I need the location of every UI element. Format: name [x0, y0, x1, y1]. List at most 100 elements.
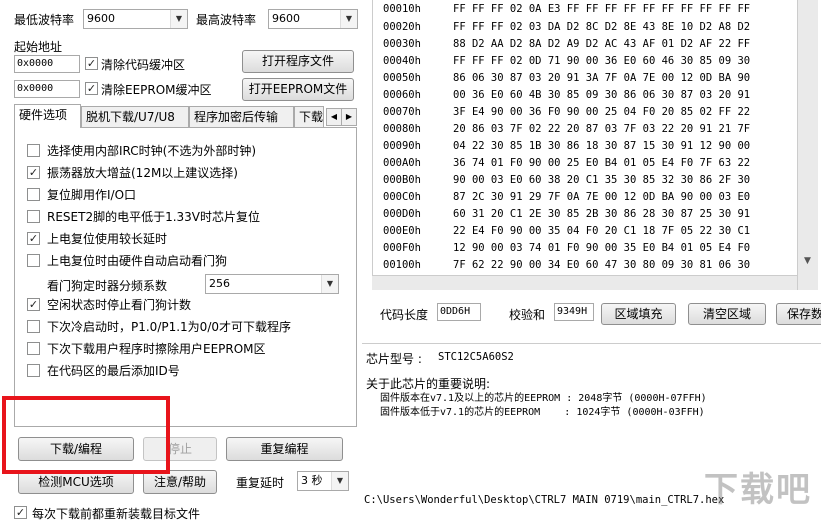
checksum-value: 9349H [554, 303, 594, 321]
save-data-button[interactable]: 保存数 [776, 303, 821, 325]
max-baud-label: 最高波特率 [196, 13, 257, 27]
hex-address: 00010h [383, 3, 421, 15]
hex-address: 00050h [383, 72, 421, 84]
checkbox[interactable] [27, 188, 40, 201]
chip-model-value: STC12C5A60S2 [438, 351, 514, 363]
min-baud-label: 最低波特率 [14, 13, 75, 27]
hex-bytes: FF FF FF 02 03 DA D2 8C D2 8E 43 8E 10 D… [453, 21, 751, 33]
chip-note-line1: 固件版本在v7.1及以上的芯片的EEPROM : 2048字节 (0000H-0… [380, 393, 707, 404]
chevron-down-icon: ▼ [321, 275, 338, 293]
repeat-delay-label: 重复延时 [236, 476, 285, 490]
open-eeprom-file-button[interactable]: 打开EEPROM文件 [242, 78, 354, 101]
hex-address: 000F0h [383, 242, 421, 254]
code-length-label: 代码长度 [380, 308, 429, 322]
hex-bytes: 04 22 30 85 1B 30 86 18 30 87 15 30 91 1… [453, 140, 751, 152]
reload-before-download-checkbox[interactable]: ✓ [14, 506, 27, 519]
chip-note-line2: 固件版本低于v7.1的芯片的EEPROM : 1024字节 (0000H-03F… [380, 407, 705, 418]
hex-address: 00060h [383, 89, 421, 101]
repeat-delay-select[interactable]: 3 秒 ▼ [297, 471, 349, 491]
checkbox[interactable]: ✓ [27, 298, 40, 311]
hex-address: 00080h [383, 123, 421, 135]
hex-bytes: FF FF FF 02 0D 71 90 00 36 E0 60 46 30 8… [453, 55, 751, 67]
tab-download-more[interactable]: 下载 [294, 106, 324, 128]
download-highlight-box [2, 396, 170, 474]
checkbox[interactable] [27, 364, 40, 377]
hex-bytes: 20 86 03 7F 02 22 20 87 03 7F 03 22 20 9… [453, 123, 751, 135]
code-address-input[interactable]: 0x0000 [14, 55, 80, 73]
hex-bytes: 88 D2 AA D2 8A D2 A9 D2 AC 43 AF 01 D2 A… [453, 38, 751, 50]
hex-horizontal-scrollbar[interactable] [372, 275, 797, 290]
hex-bytes: 36 74 01 F0 90 00 25 E0 B4 01 05 E4 F0 7… [453, 157, 751, 169]
tab-scroll-right-icon[interactable]: ▶ [341, 108, 357, 126]
chevron-down-icon: ▼ [170, 10, 187, 28]
chip-model-label: 芯片型号 : [366, 352, 422, 366]
hex-address: 000D0h [383, 208, 421, 220]
option-label: 上电复位时由硬件自动启动看门狗 [47, 254, 228, 268]
option-label: 振荡器放大增益(12M以上建议选择) [47, 166, 238, 180]
option-label: 在代码区的最后添加ID号 [47, 364, 180, 378]
hex-address: 00090h [383, 140, 421, 152]
max-baud-value: 9600 [272, 12, 300, 25]
min-baud-value: 9600 [87, 12, 115, 25]
scroll-down-arrow-icon[interactable]: ▼ [801, 256, 814, 270]
hex-bytes: 90 00 03 E0 60 38 20 C1 35 30 85 32 30 8… [453, 174, 751, 186]
hex-bytes: 86 06 30 87 03 20 91 3A 7F 0A 7E 00 12 0… [453, 72, 751, 84]
min-baud-select[interactable]: 9600 ▼ [83, 9, 188, 29]
max-baud-select[interactable]: 9600 ▼ [268, 9, 358, 29]
hex-address: 000A0h [383, 157, 421, 169]
hex-bytes: 3F E4 90 00 36 F0 90 00 25 04 F0 20 85 0… [453, 106, 751, 118]
hex-bytes: 22 E4 F0 90 00 35 04 F0 20 C1 18 7F 05 2… [453, 225, 751, 237]
checkbox[interactable] [27, 144, 40, 157]
hex-address: 000C0h [383, 191, 421, 203]
hex-vertical-scrollbar[interactable]: ▼ [797, 0, 818, 290]
option-label: 上电复位使用较长延时 [47, 232, 168, 246]
hex-buffer-view[interactable]: 00010h FF FF FF 02 0A E3 FF FF FF FF FF F… [372, 0, 821, 290]
eeprom-address-input[interactable]: 0x0000 [14, 80, 80, 98]
checkbox[interactable]: ✓ [27, 166, 40, 179]
tab-encrypted-transfer[interactable]: 程序加密后传输 [189, 106, 294, 128]
hex-bytes: FF FF FF 02 0A E3 FF FF FF FF FF FF FF F… [453, 3, 751, 15]
option-label: 下次下载用户程序时擦除用户EEPROM区 [47, 342, 266, 356]
hex-address: 00020h [383, 21, 421, 33]
checkbox[interactable] [27, 254, 40, 267]
start-address-label: 起始地址 [14, 40, 63, 54]
clear-eeprom-checkbox[interactable]: ✓ [85, 82, 98, 95]
tab-offline-download[interactable]: 脱机下载/U7/U8 [81, 106, 189, 128]
checkbox[interactable] [27, 210, 40, 223]
code-length-value: 0DD6H [437, 303, 481, 321]
repeat-delay-value: 3 秒 [301, 474, 323, 487]
clear-code-label: 清除代码缓冲区 [101, 58, 186, 72]
reload-before-download-label: 每次下载前都重新装载目标文件 [32, 507, 201, 521]
file-path: C:\Users\Wonderful\Desktop\CTRL7 MAIN 07… [364, 494, 725, 506]
watchdog-prescaler-select[interactable]: 256 ▼ [205, 274, 339, 294]
tab-scroll-left-icon[interactable]: ◀ [326, 108, 342, 126]
clear-code-checkbox[interactable]: ✓ [85, 57, 98, 70]
hex-bytes: 12 90 00 03 74 01 F0 90 00 35 E0 B4 01 0… [453, 242, 751, 254]
checkbox[interactable] [27, 342, 40, 355]
fill-area-button[interactable]: 区域填充 [601, 303, 676, 325]
option-label: RESET2脚的电平低于1.33V时芯片复位 [47, 210, 261, 224]
hex-bytes: 7F 62 22 90 00 34 E0 60 47 30 80 09 30 8… [453, 259, 751, 271]
hex-bytes: 60 31 20 C1 2E 30 85 2B 30 86 28 30 87 2… [453, 208, 751, 220]
chip-info-panel: 芯片型号 : STC12C5A60S2 关于此芯片的重要说明: 固件版本在v7.… [362, 343, 821, 476]
option-label: 选择使用内部IRC时钟(不选为外部时钟) [47, 144, 257, 158]
checkbox[interactable] [27, 320, 40, 333]
hex-address: 00070h [383, 106, 421, 118]
tab-hardware-options[interactable]: 硬件选项 [14, 104, 81, 128]
hex-address: 000E0h [383, 225, 421, 237]
option-label: 空闲状态时停止看门狗计数 [47, 298, 192, 312]
watchdog-prescaler-label: 看门狗定时器分频系数 [47, 279, 168, 293]
option-label: 复位脚用作I/O口 [47, 188, 137, 202]
hex-address: 00040h [383, 55, 421, 67]
option-label: 下次冷启动时，P1.0/P1.1为0/0才可下载程序 [47, 320, 291, 334]
watermark-logo: 下载吧 [704, 470, 812, 510]
hardware-options-panel: 选择使用内部IRC时钟(不选为外部时钟) ✓ 振荡器放大增益(12M以上建议选择… [14, 127, 357, 427]
reprogram-button[interactable]: 重复编程 [226, 437, 343, 461]
clear-area-button[interactable]: 清空区域 [688, 303, 766, 325]
clear-eeprom-label: 清除EEPROM缓冲区 [101, 83, 212, 97]
watchdog-prescaler-value: 256 [209, 277, 230, 290]
open-program-file-button[interactable]: 打开程序文件 [242, 50, 354, 73]
checkbox[interactable]: ✓ [27, 232, 40, 245]
checksum-label: 校验和 [509, 308, 546, 322]
hex-bytes: 00 36 E0 60 4B 30 85 09 30 86 06 30 87 0… [453, 89, 751, 101]
